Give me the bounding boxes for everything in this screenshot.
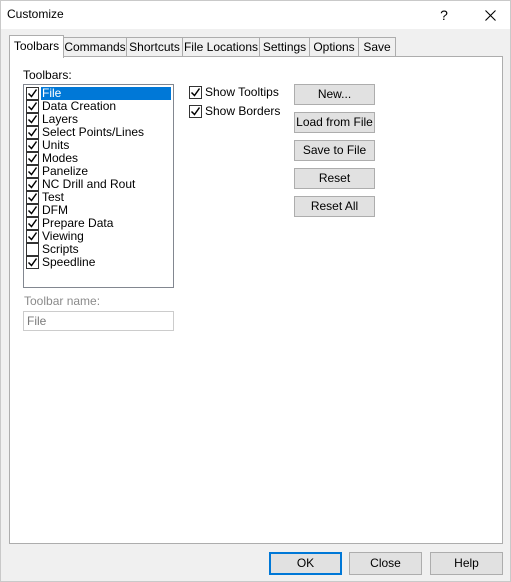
tab-shortcuts[interactable]: Shortcuts (126, 37, 183, 57)
checkmark-icon (27, 180, 38, 189)
tab-toolbars[interactable]: Toolbars (9, 35, 64, 58)
checkbox[interactable] (26, 165, 39, 178)
checkmark-icon (27, 206, 38, 215)
checkmark-icon (27, 128, 38, 137)
window-title: Customize (7, 7, 64, 21)
tab-settings[interactable]: Settings (259, 37, 310, 57)
checkmark-icon (27, 167, 38, 176)
list-item-speedline[interactable]: Speedline (26, 256, 171, 269)
show-borders-label: Show Borders (205, 104, 281, 118)
checkmark-icon (190, 87, 201, 97)
checkmark-icon (27, 232, 38, 241)
checkmark-icon (27, 154, 38, 163)
checkbox[interactable] (26, 87, 39, 100)
toolbar-name-input[interactable]: File (23, 311, 174, 331)
customize-dialog: Customize ? Toolbars Commands Shortcuts … (0, 0, 511, 582)
checkbox[interactable] (26, 100, 39, 113)
toolbars-tab-panel: Toolbars: File Data Creation Layers Sele… (9, 56, 503, 544)
checkbox[interactable] (26, 256, 39, 269)
checkmark-icon (27, 141, 38, 150)
show-tooltips-label: Show Tooltips (205, 85, 279, 99)
show-borders-checkbox[interactable] (189, 104, 202, 118)
checkbox[interactable] (26, 230, 39, 243)
checkmark-icon (27, 115, 38, 124)
reset-button[interactable]: Reset (294, 168, 375, 189)
checkmark-icon (27, 102, 38, 111)
checkmark-icon (190, 106, 201, 116)
show-borders-option[interactable]: Show Borders (189, 104, 280, 118)
list-item-label: Speedline (42, 255, 96, 269)
checkmark-icon (27, 89, 38, 98)
checkmark-icon (27, 219, 38, 228)
checkbox[interactable] (26, 204, 39, 217)
checkbox[interactable] (26, 113, 39, 126)
load-from-file-button[interactable]: Load from File (294, 112, 375, 133)
checkbox[interactable] (26, 126, 39, 139)
save-to-file-button[interactable]: Save to File (294, 140, 375, 161)
tab-options[interactable]: Options (309, 37, 359, 57)
close-button[interactable]: Close (349, 552, 422, 575)
checkbox[interactable] (26, 217, 39, 230)
new-toolbar-button[interactable]: New... (294, 84, 375, 105)
tab-file-locations[interactable]: File Locations (182, 37, 260, 57)
ok-button[interactable]: OK (269, 552, 342, 575)
toolbars-listbox[interactable]: File Data Creation Layers Select Points/… (23, 84, 174, 288)
close-window-button[interactable] (473, 1, 507, 29)
checkmark-icon (27, 193, 38, 202)
close-icon (484, 9, 496, 21)
checkbox[interactable] (26, 139, 39, 152)
title-bar: Customize ? (1, 1, 510, 29)
help-question-button[interactable]: ? (429, 1, 459, 29)
toolbar-name-label: Toolbar name: (24, 294, 101, 308)
checkbox[interactable] (26, 152, 39, 165)
help-button[interactable]: Help (430, 552, 503, 575)
tab-save[interactable]: Save (358, 37, 396, 57)
reset-all-button[interactable]: Reset All (294, 196, 375, 217)
show-tooltips-option[interactable]: Show Tooltips (189, 85, 279, 99)
tab-commands[interactable]: Commands (63, 37, 127, 57)
checkbox[interactable] (26, 243, 39, 256)
checkbox[interactable] (26, 178, 39, 191)
checkbox[interactable] (26, 191, 39, 204)
show-tooltips-checkbox[interactable] (189, 85, 202, 99)
checkmark-icon (27, 258, 38, 267)
toolbars-list-label: Toolbars: (23, 68, 72, 82)
